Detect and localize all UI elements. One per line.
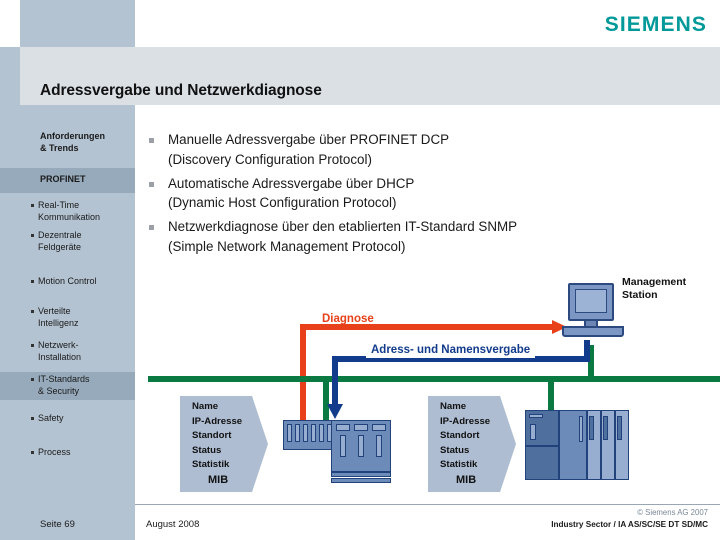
bullet-line-2: (Discovery Configuration Protocol) <box>168 151 372 167</box>
footer-copyright: © Siemens AG 2007 <box>637 508 708 517</box>
slide: SIEMENS Adressvergabe und Netzwerkdiagno… <box>0 0 720 540</box>
sidebar-item-label: IT-Standards <box>38 374 90 384</box>
sidebar-item-label: Safety <box>38 413 64 423</box>
sidebar-item-label: Anforderungen <box>40 131 105 141</box>
mib-callout-left-entries: Name IP-Adresse Standort Status Statistik <box>192 401 243 471</box>
network-bus-line <box>148 376 720 382</box>
monitor-screen <box>575 289 607 313</box>
monitor-icon <box>568 283 614 321</box>
sidebar-item-label-2: Intelligenz <box>38 317 79 328</box>
device-module <box>376 435 382 457</box>
sidebar-item-motion-control[interactable]: Motion Control <box>0 276 135 288</box>
bullet-line-2: (Simple Network Management Protocol) <box>168 238 406 254</box>
management-station-label-1: Management <box>622 276 687 288</box>
bullet-square-icon <box>149 138 154 143</box>
bullet-square-icon <box>31 417 34 420</box>
sidebar-item-label: PROFINET <box>40 174 86 184</box>
sidebar-item-label: Motion Control <box>38 276 97 286</box>
sidebar-item-label-2: Feldgeräte <box>38 241 82 252</box>
bullet-square-icon <box>31 451 34 454</box>
bullet-line-1: Automatische Adressvergabe über DHCP <box>168 175 415 191</box>
device-terminal <box>336 424 350 431</box>
bullet-square-icon <box>31 280 34 283</box>
sidebar-item-it-standards-security[interactable]: IT-Standards & Security <box>0 372 135 400</box>
sidebar-item-safety[interactable]: Safety <box>0 413 135 425</box>
device-base-rail <box>331 478 391 483</box>
left-band-notch <box>0 0 20 47</box>
footer-divider <box>135 504 720 505</box>
device-base-rail <box>331 472 391 477</box>
bullet-line-2: (Dynamic Host Configuration Protocol) <box>168 195 397 210</box>
device-slot <box>295 424 300 442</box>
plc-io-slot <box>603 416 608 440</box>
plc-cpu-slot <box>579 416 583 442</box>
sidebar-item-verteilte-intelligenz[interactable]: Verteilte Intelligenz <box>0 306 135 329</box>
sidebar-item-label-2: & Trends <box>40 142 79 153</box>
bullet-square-icon <box>31 234 34 237</box>
diagnose-arrow-vertical <box>300 324 306 426</box>
page-title: Adressvergabe und Netzwerkdiagnose <box>40 82 322 99</box>
plc-io-slot <box>617 416 622 440</box>
sidebar-item-process[interactable]: Process <box>0 447 135 459</box>
bullet-square-icon <box>31 310 34 313</box>
management-station-label-2: Station <box>622 289 658 301</box>
sidebar-item-label: Dezentrale <box>38 230 82 240</box>
device-terminal <box>354 424 368 431</box>
sidebar-item-netzwerk-installation[interactable]: Netzwerk- Installation <box>0 340 135 363</box>
management-station-icon <box>562 283 624 341</box>
diagnose-label: Diagnose <box>322 313 374 325</box>
bullet-square-icon <box>31 344 34 347</box>
bullet-line-1: Netzwerkdiagnose über den etablierten IT… <box>168 219 518 234</box>
sidebar-item-label: Verteilte <box>38 306 71 316</box>
device-slot <box>311 424 316 442</box>
device-slot <box>303 424 308 442</box>
mib-callout-left-label: MIB <box>208 474 229 486</box>
sidebar-item-label-2: Installation <box>38 351 82 362</box>
keyboard-icon <box>562 326 624 337</box>
list-item: Netzwerkdiagnose über den etablierten IT… <box>146 217 706 256</box>
bus-drop-right <box>548 376 554 410</box>
device-terminal <box>372 424 386 431</box>
footer-organization: Industry Sector / IA AS/SC/SE DT SD/MC <box>551 520 708 529</box>
sidebar-item-profinet[interactable]: PROFINET <box>0 168 135 193</box>
address-arrowhead-icon <box>327 404 343 419</box>
sidebar-item-real-time-kommunikation[interactable]: Real-Time Kommunikation <box>0 200 135 223</box>
sidebar-item-label: Process <box>38 447 71 457</box>
sidebar-nav: Anforderungen & Trends PROFINET Real-Tim… <box>0 125 135 505</box>
sidebar-item-anforderungen-trends[interactable]: Anforderungen & Trends <box>0 131 135 157</box>
plc-io-slot <box>589 416 594 440</box>
plc-indicator <box>529 414 543 418</box>
bullet-square-icon <box>149 225 154 230</box>
plc-connector <box>530 424 536 440</box>
device-slot <box>319 424 324 442</box>
sidebar-item-label: Netzwerk- <box>38 340 79 350</box>
sidebar-item-dezentrale-feldgeraete[interactable]: Dezentrale Feldgeräte <box>0 230 135 253</box>
bullet-square-icon <box>149 181 154 187</box>
siemens-logo: SIEMENS <box>604 13 707 36</box>
address-assignment-label: Adress- und Namensvergabe <box>366 343 536 358</box>
device-module <box>340 435 346 457</box>
management-station-label: Management Station <box>622 276 686 302</box>
plc-lower-body <box>525 446 559 480</box>
bullet-square-icon <box>31 378 34 381</box>
bullet-square-icon <box>31 204 34 207</box>
device-module <box>358 435 364 457</box>
plc-controller-device <box>525 410 629 482</box>
list-item: Manuelle Adressvergabe über PROFINET DCP… <box>146 130 706 169</box>
footer-page-number: Seite 69 <box>40 519 75 530</box>
bullet-line-1: Manuelle Adressvergabe über PROFINET DCP <box>168 132 450 147</box>
sidebar-item-label: Real-Time <box>38 200 80 210</box>
sidebar-item-label-2: Kommunikation <box>38 211 101 222</box>
device-slot <box>287 424 292 442</box>
mib-callout-right-label: MIB <box>456 474 477 486</box>
sidebar-item-label-2: & Security <box>38 385 80 396</box>
content-bullet-list: Manuelle Adressvergabe über PROFINET DCP… <box>146 130 706 261</box>
address-arrow-vertical-left <box>332 356 338 408</box>
mib-callout-right-entries: Name IP-Adresse Standort Status Statistik <box>440 401 491 471</box>
distributed-io-device <box>283 420 391 486</box>
list-item: Automatische Adressvergabe über DHCP (Dy… <box>146 174 706 213</box>
footer-date: August 2008 <box>146 519 200 530</box>
